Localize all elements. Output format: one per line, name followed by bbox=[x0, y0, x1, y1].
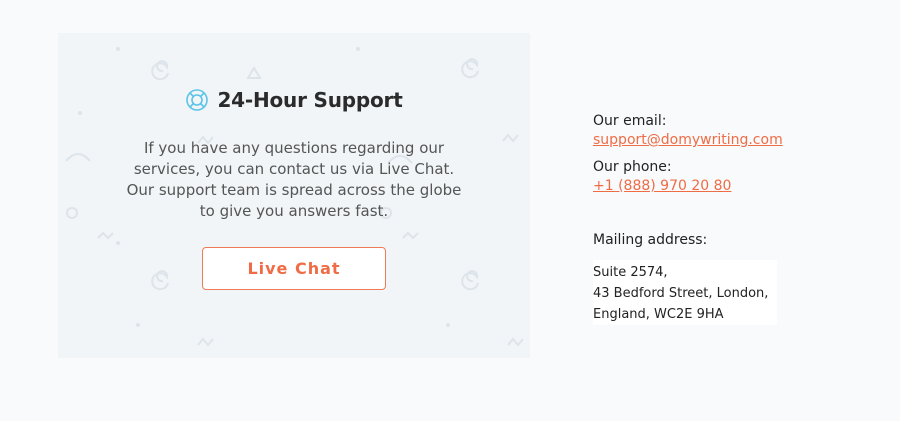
live-chat-button[interactable]: Live Chat bbox=[202, 247, 386, 290]
email-link[interactable]: support@domywriting.com bbox=[593, 131, 783, 150]
mailing-address: Suite 2574, 43 Bedford Street, London, E… bbox=[593, 260, 777, 325]
support-card-content: 24-Hour Support If you have any question… bbox=[58, 33, 530, 290]
lifebuoy-icon bbox=[185, 88, 209, 112]
contact-info: Our email: support@domywriting.com Our p… bbox=[593, 112, 783, 325]
phone-link[interactable]: +1 (888) 970 20 80 bbox=[593, 177, 783, 196]
phone-label: Our phone: bbox=[593, 159, 672, 175]
support-description: If you have any questions regarding our … bbox=[126, 139, 462, 220]
address-line: England, WC2E 9HA bbox=[593, 307, 724, 322]
address-line: Suite 2574, bbox=[593, 265, 668, 280]
support-title: 24-Hour Support bbox=[217, 88, 403, 112]
support-heading: 24-Hour Support bbox=[185, 88, 403, 112]
email-label: Our email: bbox=[593, 113, 667, 129]
mailing-address-label: Mailing address: bbox=[593, 232, 708, 248]
page: 24-Hour Support If you have any question… bbox=[0, 0, 900, 421]
support-card: 24-Hour Support If you have any question… bbox=[58, 33, 530, 358]
address-line: 43 Bedford Street, London, bbox=[593, 286, 769, 301]
